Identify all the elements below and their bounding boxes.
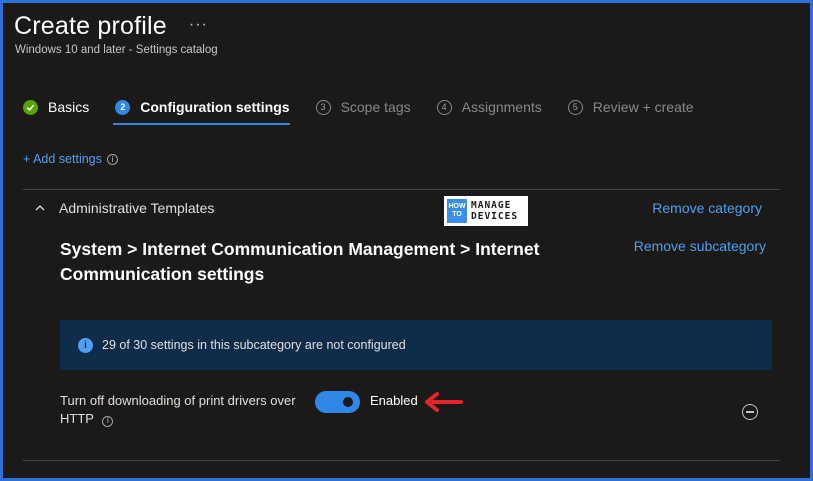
enabled-toggle[interactable]: [315, 391, 360, 413]
add-settings-link[interactable]: + Add settings i: [23, 152, 118, 166]
tab-scope-tags-label: Scope tags: [340, 99, 411, 115]
logo-line2: DEVICES: [471, 211, 519, 222]
logo-how-text: HOW: [448, 203, 466, 210]
tab-review-create-label: Review + create: [592, 99, 694, 115]
tab-basics-label: Basics: [48, 99, 90, 115]
setting-label: Turn off downloading of print drivers ov…: [60, 392, 300, 428]
red-arrow-annotation-icon: [425, 392, 463, 412]
category-name: Administrative Templates: [59, 200, 215, 216]
step-number-badge: 3: [315, 99, 331, 115]
toggle-state-label: Enabled: [370, 393, 418, 408]
remove-category-link[interactable]: Remove category: [652, 200, 762, 216]
add-settings-label: + Add settings: [23, 152, 102, 166]
info-banner: i 29 of 30 settings in this subcategory …: [60, 320, 772, 370]
checkmark-icon: [23, 99, 38, 115]
header: Create profile ···: [14, 12, 208, 41]
remove-setting-icon[interactable]: [742, 404, 758, 420]
tab-configuration-settings-label: Configuration settings: [140, 99, 290, 115]
page-title: Create profile: [14, 12, 167, 40]
info-icon: i: [78, 337, 93, 353]
logo-badge: HOW TO: [447, 199, 467, 223]
chevron-up-icon: [35, 205, 45, 211]
page-subtitle: Windows 10 and later - Settings catalog: [15, 44, 218, 56]
remove-subcategory-link[interactable]: Remove subcategory: [634, 238, 766, 254]
tab-assignments[interactable]: 4 Assignments: [436, 95, 542, 119]
brand-logo: HOW TO MANAGE DEVICES: [444, 196, 528, 226]
subcategory-title: System > Internet Communication Manageme…: [60, 239, 540, 284]
divider: [23, 460, 780, 461]
wizard-steps: Basics 2 Configuration settings 3 Scope …: [23, 95, 720, 125]
toggle-knob: [343, 397, 353, 407]
info-icon[interactable]: i: [106, 153, 118, 165]
tab-basics[interactable]: Basics: [23, 95, 89, 119]
tab-scope-tags[interactable]: 3 Scope tags: [315, 95, 411, 119]
app-frame: Create profile ··· Windows 10 and later …: [0, 0, 813, 481]
tab-configuration-settings[interactable]: 2 Configuration settings: [113, 95, 290, 125]
tab-assignments-label: Assignments: [461, 99, 542, 115]
step-number-badge: 5: [567, 99, 583, 115]
divider: [23, 189, 780, 190]
logo-to-text: TO: [452, 211, 462, 218]
logo-text: MANAGE DEVICES: [471, 200, 518, 222]
info-banner-text: 29 of 30 settings in this subcategory ar…: [102, 338, 406, 352]
more-options-button[interactable]: ···: [189, 16, 208, 34]
step-number-badge: 2: [115, 99, 131, 115]
info-icon[interactable]: i: [102, 415, 114, 427]
tab-review-create[interactable]: 5 Review + create: [567, 95, 694, 119]
logo-line1: MANAGE: [471, 200, 512, 211]
step-number-badge: 4: [436, 99, 452, 115]
setting-label-text: Turn off downloading of print drivers ov…: [60, 393, 296, 426]
category-header[interactable]: Administrative Templates: [35, 200, 214, 216]
